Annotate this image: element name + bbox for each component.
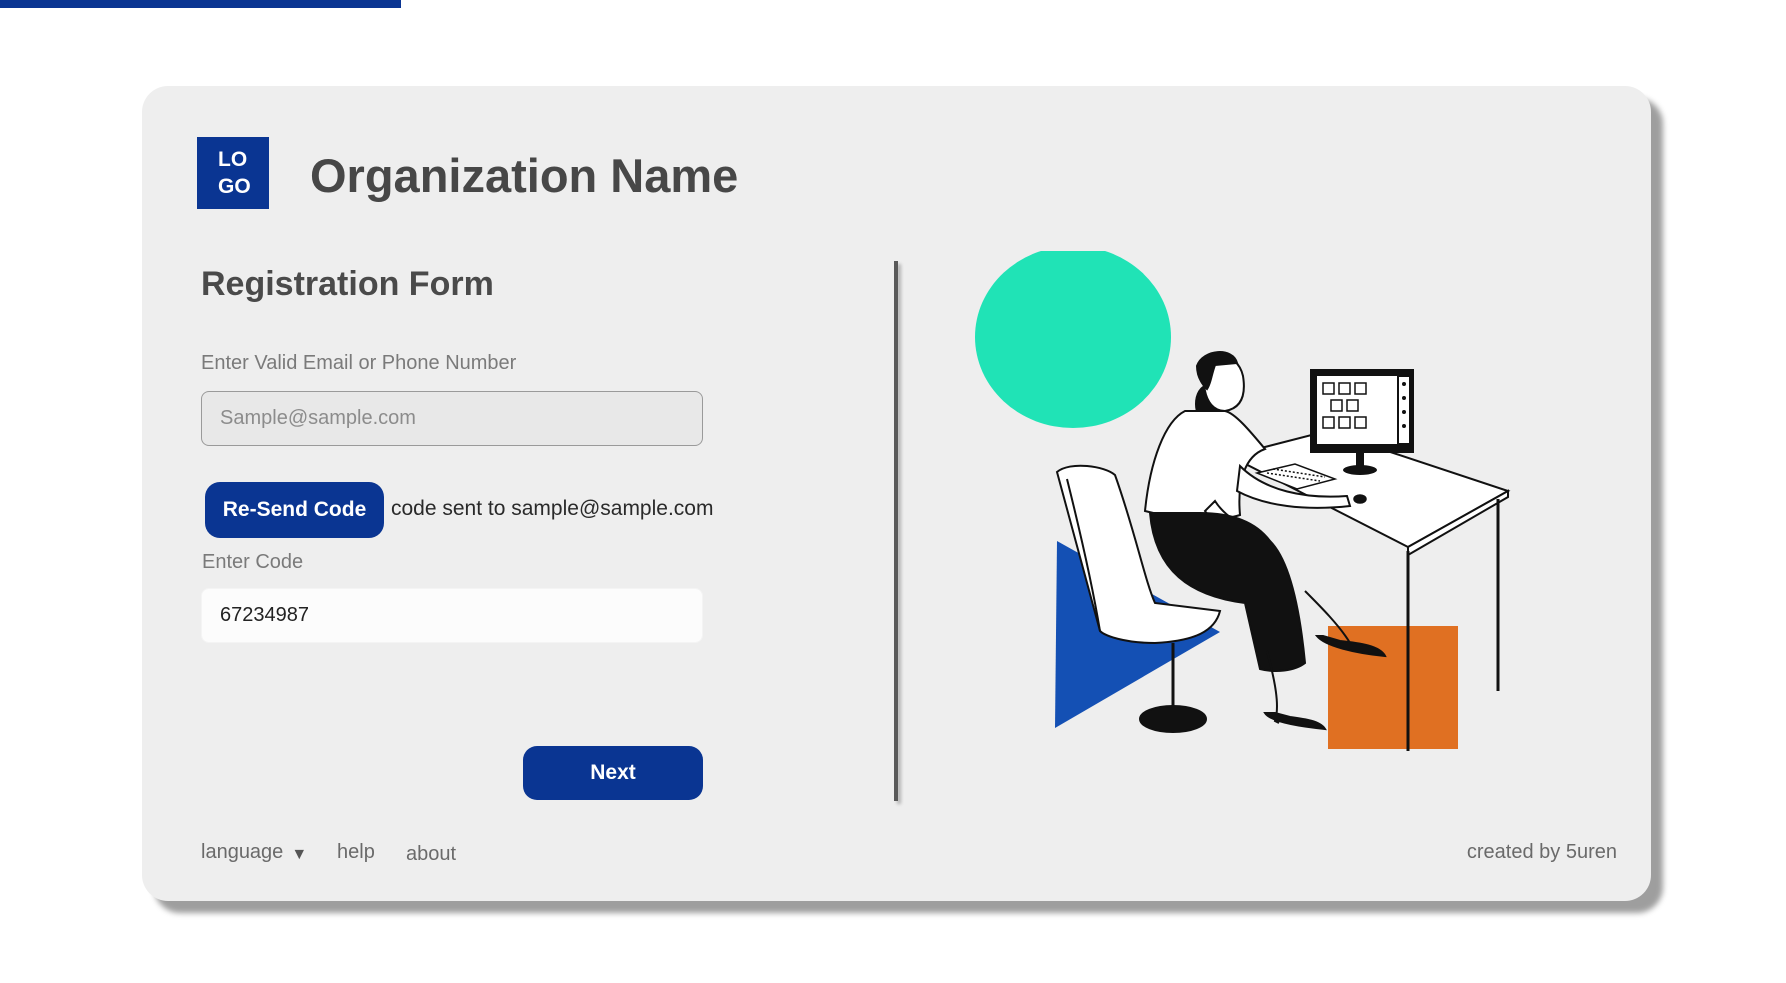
- about-link[interactable]: about: [406, 843, 456, 866]
- top-accent-bar: [0, 0, 401, 8]
- office-illustration: [975, 251, 1511, 751]
- code-sent-message: code sent to sample@sample.com: [391, 497, 714, 520]
- language-selector[interactable]: language ▼: [201, 841, 307, 864]
- email-input[interactable]: [201, 391, 703, 446]
- credit-text: created by 5uren: [1466, 841, 1617, 863]
- form-title: Registration Form: [201, 265, 494, 303]
- language-label: language: [201, 841, 284, 863]
- logo-text-line2: GO: [218, 175, 251, 198]
- next-button[interactable]: Next: [523, 746, 703, 800]
- teal-circle-shape: [975, 251, 1171, 428]
- logo-text-line1: LO: [218, 148, 248, 171]
- organization-name: Organization Name: [310, 149, 739, 202]
- caret-down-icon: ▼: [291, 845, 308, 863]
- help-link[interactable]: help: [337, 841, 375, 864]
- resend-code-button[interactable]: Re-Send Code: [205, 482, 384, 538]
- code-label: Enter Code: [202, 551, 304, 573]
- email-label: Enter Valid Email or Phone Number: [201, 352, 517, 374]
- registration-card: LO GO Organization Name Registration For…: [142, 86, 1651, 901]
- vertical-divider: [894, 261, 898, 801]
- logo: LO GO: [197, 137, 269, 209]
- code-input[interactable]: [201, 588, 703, 643]
